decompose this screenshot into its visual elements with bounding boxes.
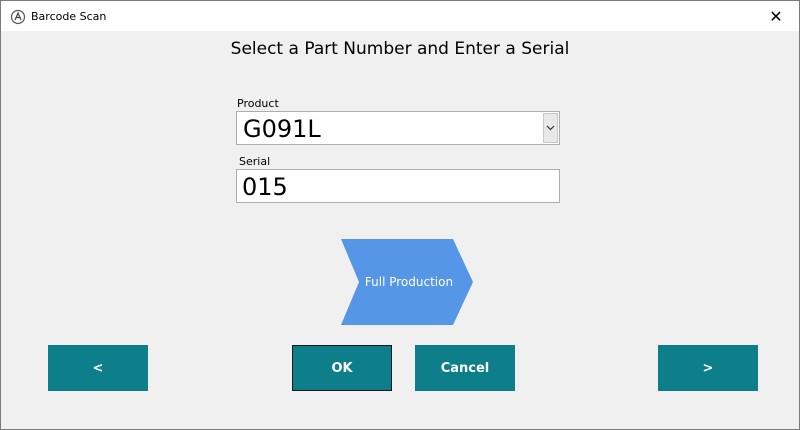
product-value: G091L: [243, 115, 321, 143]
next-button[interactable]: >: [658, 345, 758, 391]
next-label: >: [702, 360, 714, 376]
cancel-label: Cancel: [440, 360, 490, 376]
full-production-button[interactable]: Full Production: [341, 239, 473, 325]
previous-button[interactable]: <: [48, 345, 148, 391]
serial-input[interactable]: 015: [236, 169, 560, 203]
title-bar: Barcode Scan ✕: [1, 1, 799, 31]
barcode-scan-window: Barcode Scan ✕ Select a Part Number and …: [0, 0, 800, 430]
close-button[interactable]: ✕: [753, 1, 799, 31]
previous-label: <: [92, 360, 104, 376]
barcode-app-icon: [10, 9, 26, 25]
window-title: Barcode Scan: [31, 10, 107, 23]
product-label: Product: [237, 97, 279, 110]
chevron-down-icon[interactable]: [543, 113, 558, 143]
product-dropdown[interactable]: G091L: [236, 111, 560, 145]
serial-label: Serial: [239, 155, 271, 168]
serial-value: 015: [242, 173, 288, 201]
cancel-button[interactable]: Cancel: [415, 345, 515, 391]
ok-button[interactable]: OK: [292, 345, 392, 391]
full-production-label: Full Production: [364, 275, 454, 289]
close-icon: ✕: [769, 6, 783, 26]
ok-label: OK: [331, 360, 353, 376]
page-heading: Select a Part Number and Enter a Serial: [230, 39, 570, 59]
